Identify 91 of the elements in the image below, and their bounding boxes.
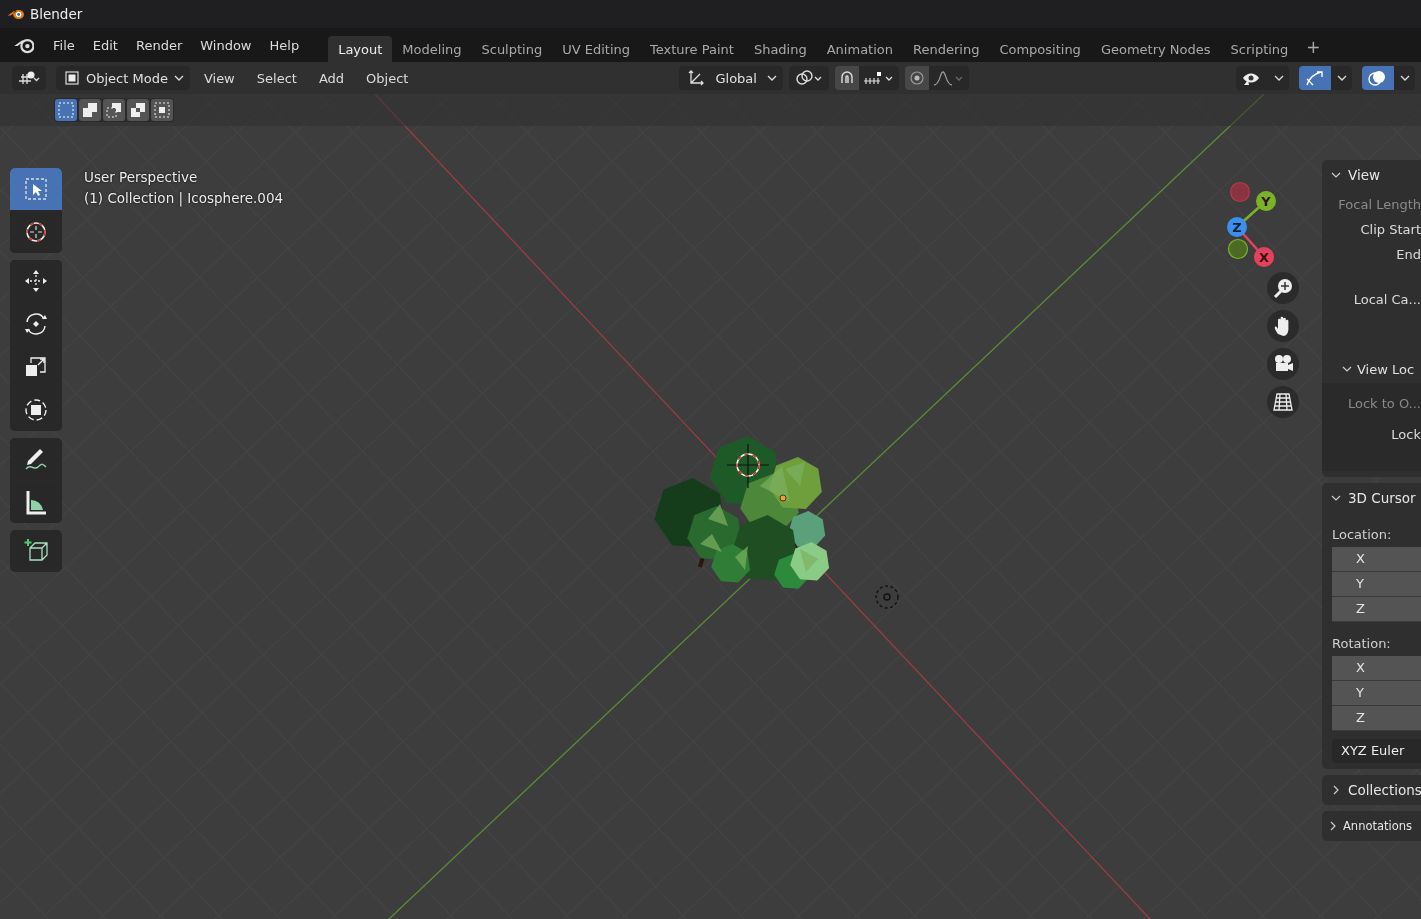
select-box-icon (22, 175, 50, 203)
editor-type-icon (17, 70, 41, 86)
selection-mode-icon (57, 101, 75, 119)
selection-mode-icon (153, 101, 171, 119)
menu-item[interactable]: Window (191, 33, 261, 57)
caret-icon (1400, 75, 1410, 81)
magnifier-icon (1271, 276, 1295, 300)
panel-header[interactable]: View Loc (1322, 357, 1421, 381)
selection-mode-button[interactable] (55, 99, 77, 121)
caret-icon (1274, 75, 1284, 81)
number-field[interactable]: X (1332, 656, 1421, 681)
axis-ball[interactable]: Z (1227, 217, 1247, 237)
visibility-dropdown[interactable] (1236, 66, 1289, 90)
property-label: Lock to O... (1346, 395, 1421, 413)
3d-cursor-icon (726, 443, 770, 489)
axis-ball[interactable]: X (1254, 247, 1274, 267)
proportional-editing-toggle[interactable] (904, 66, 929, 90)
panel-header[interactable]: 3D Cursor (1322, 483, 1421, 513)
panel-header[interactable]: Collections (1322, 775, 1421, 805)
property-label: Lock (1390, 426, 1421, 444)
menu-item[interactable]: File (44, 33, 84, 57)
chevron-icon (1342, 364, 1352, 374)
workspace-tab[interactable]: Geometry Nodes (1090, 36, 1221, 62)
workspace-tab[interactable]: Animation (816, 36, 903, 62)
workspace-tab[interactable]: Rendering (903, 36, 990, 62)
negative-axis-ball[interactable] (1227, 238, 1249, 260)
selection-mode-button[interactable] (103, 99, 125, 121)
selection-mode-button[interactable] (79, 99, 101, 121)
chevron-icon (1331, 170, 1341, 180)
header-menu[interactable]: Object (358, 66, 417, 90)
app-menu-icon[interactable] (12, 36, 34, 54)
object-mode-icon (64, 70, 80, 86)
selection-mode-icon (129, 101, 147, 119)
selection-mode-icon (105, 101, 123, 119)
number-field[interactable]: Z (1332, 597, 1421, 622)
overlays-toggle[interactable] (1362, 66, 1415, 90)
target-icon (907, 69, 926, 87)
property-label: End (1395, 246, 1421, 264)
panel-header[interactable]: Annotations (1322, 811, 1421, 841)
caret-icon (173, 75, 184, 81)
mode-dropdown[interactable]: Object Mode (56, 66, 190, 90)
section-label: Rotation: (1331, 635, 1392, 653)
workspace-tab[interactable]: Modeling (392, 36, 472, 62)
lamp-icon (875, 585, 899, 609)
workspace-tab[interactable]: Texture Paint (640, 36, 744, 62)
menu-item[interactable]: Help (260, 33, 309, 57)
header-menu[interactable]: Select (248, 66, 305, 90)
chevron-icon (1331, 785, 1341, 795)
caret-icon (1337, 75, 1347, 81)
menu-item[interactable]: Edit (83, 33, 127, 57)
viewport-info-text: User Perspective (84, 169, 199, 185)
origin-dot (779, 494, 787, 502)
header-menu[interactable]: View (195, 66, 243, 90)
snap-toggle[interactable] (834, 66, 859, 90)
property-label: Local Ca... (1352, 291, 1421, 309)
viewport-info-text: (1) Collection | Icosphere.004 (84, 190, 284, 206)
property-label: Focal Length (1337, 196, 1421, 214)
workspace-tab[interactable]: Sculpting (471, 36, 553, 62)
chevron-icon (1328, 821, 1338, 831)
axis-ball[interactable]: Y (1256, 191, 1276, 211)
add-workspace-button[interactable]: + (1298, 33, 1329, 62)
workspace-tab[interactable]: UV Editing (552, 36, 640, 62)
pivot-icon (793, 69, 824, 87)
rotation-mode-dropdown[interactable]: XYZ Euler (1332, 739, 1421, 763)
section-label: Location: (1331, 526, 1393, 544)
axes-icon (687, 69, 706, 87)
number-field[interactable]: Z (1332, 706, 1421, 731)
panel-header[interactable]: View (1322, 160, 1421, 190)
rotate-icon (22, 310, 50, 338)
pivot-dropdown[interactable] (788, 66, 829, 90)
workspace-tab[interactable]: Layout (328, 36, 393, 62)
selection-mode-button[interactable] (151, 99, 173, 121)
number-field[interactable]: Y (1332, 681, 1421, 706)
chevron-icon (1331, 493, 1341, 503)
editor-type-button[interactable] (12, 66, 46, 90)
workspace-tab[interactable]: Scripting (1220, 36, 1299, 62)
selection-mode-icon (81, 101, 99, 119)
caret-icon (766, 75, 777, 81)
select-box-tool[interactable] (10, 168, 62, 210)
grid-icon (1271, 390, 1295, 414)
menu-item[interactable]: Render (126, 33, 192, 57)
window-title: Blender (30, 6, 83, 22)
orientation-dropdown[interactable]: Global (679, 66, 783, 90)
number-field[interactable]: Y (1332, 572, 1421, 597)
workspace-tab[interactable]: Compositing (989, 36, 1091, 62)
workspace-tab[interactable]: Shading (743, 36, 817, 62)
property-label: Clip Start (1359, 221, 1421, 239)
gizmos-toggle[interactable] (1299, 66, 1352, 90)
header-menu[interactable]: Add (310, 66, 353, 90)
selection-mode-button[interactable] (127, 99, 149, 121)
number-field[interactable]: X (1332, 547, 1421, 572)
